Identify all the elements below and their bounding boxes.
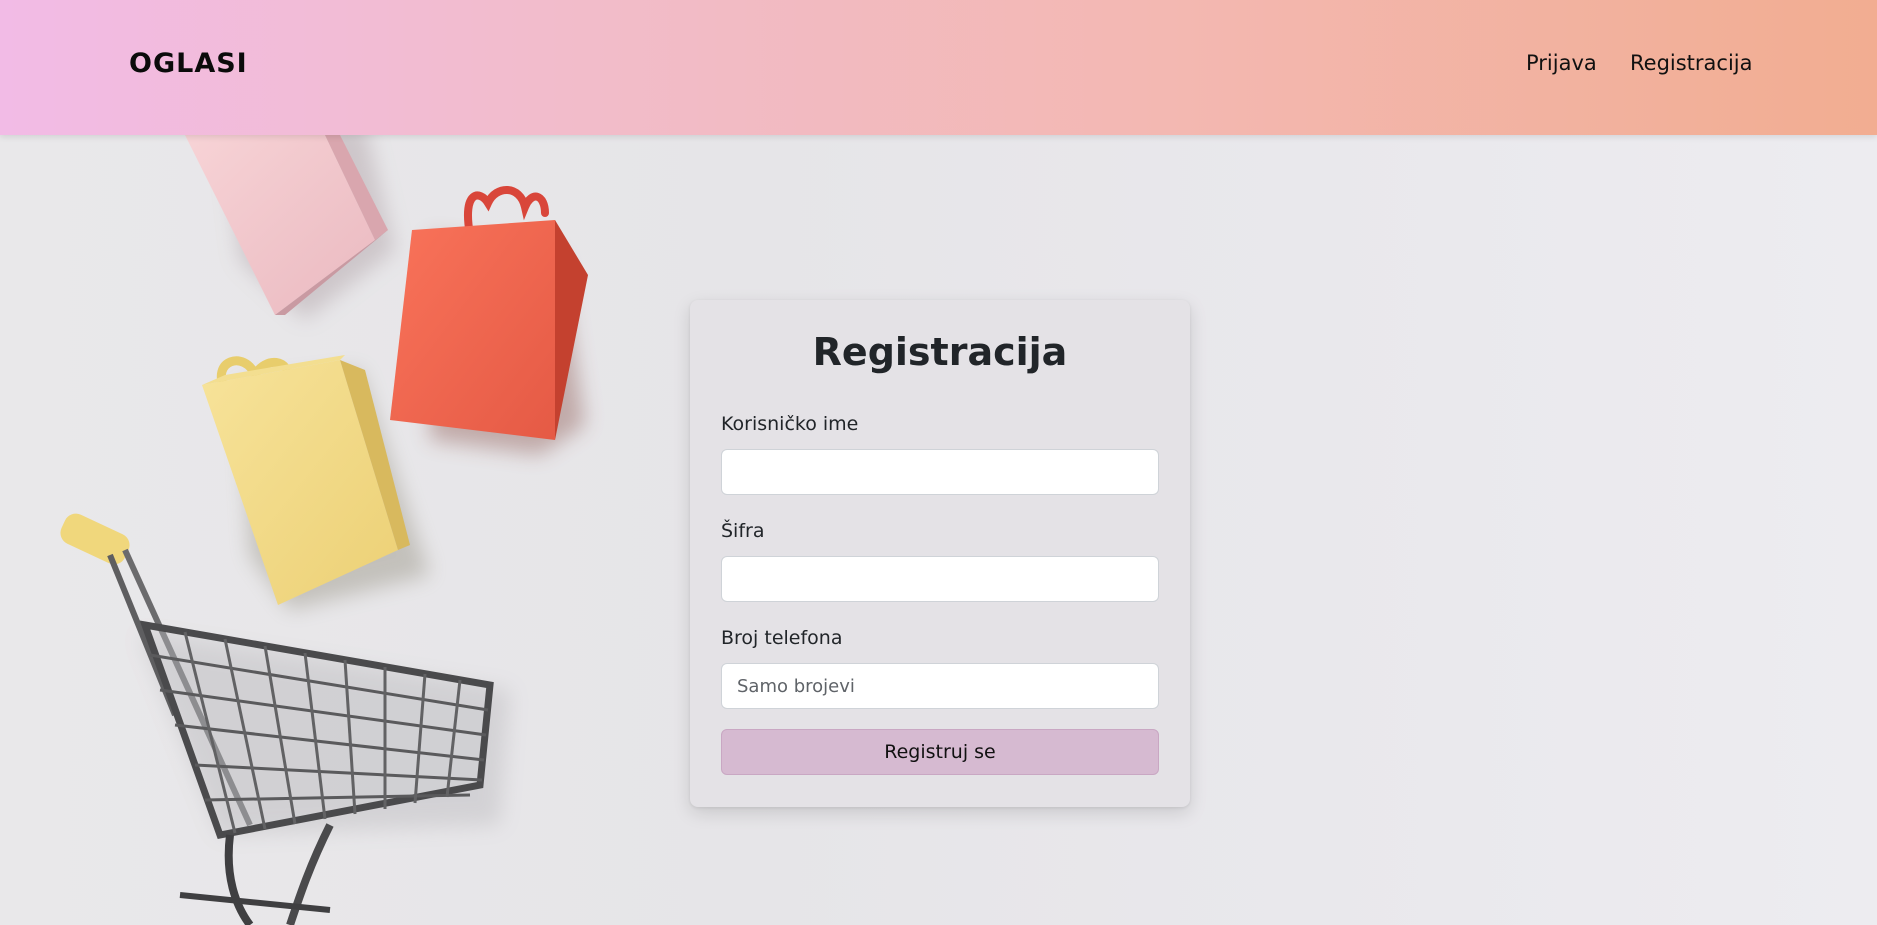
navbar: OGLASI Prijava Registracija	[0, 0, 1877, 135]
username-input[interactable]	[721, 449, 1159, 495]
nav-link-login[interactable]: Prijava	[1526, 51, 1597, 75]
phone-input[interactable]	[721, 663, 1159, 709]
brand-logo[interactable]: OGLASI	[129, 48, 248, 79]
form-title: Registracija	[812, 330, 1068, 374]
pink-bag-icon	[185, 135, 395, 320]
password-label: Šifra	[721, 520, 765, 542]
registration-form: Registracija Korisničko ime Šifra Broj t…	[690, 300, 1190, 807]
red-bag-icon	[390, 186, 588, 455]
password-input[interactable]	[721, 556, 1159, 602]
username-label: Korisničko ime	[721, 413, 859, 435]
phone-label: Broj telefona	[721, 627, 843, 649]
nav-link-register[interactable]: Registracija	[1630, 51, 1753, 75]
register-button[interactable]: Registruj se	[721, 729, 1159, 775]
